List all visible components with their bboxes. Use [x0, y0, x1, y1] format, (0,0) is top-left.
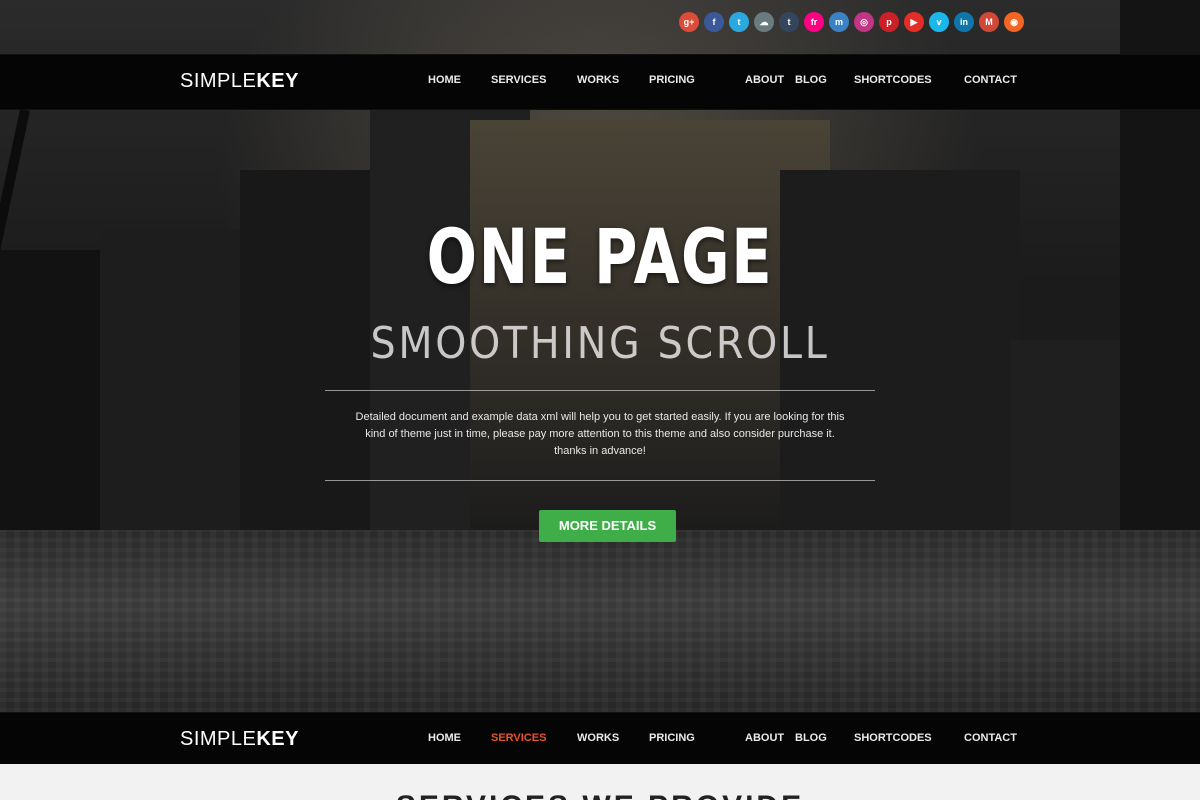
nav-item-blog[interactable]: BLOG [795, 74, 854, 86]
hero-description-line: kind of theme just in time, please pay m… [365, 428, 835, 440]
nav-item-shortcodes[interactable]: SHORTCODES [854, 732, 964, 744]
main-menu: HOME SERVICES WORKS PRICING ABOUT BLOG S… [428, 74, 1017, 86]
nav-item-about[interactable]: ABOUT [745, 732, 795, 744]
building-silhouette [0, 250, 110, 530]
pinterest-icon[interactable]: p [879, 12, 899, 32]
nav-item-services[interactable]: SERVICES [491, 732, 577, 744]
hero-description-line: Detailed document and example data xml w… [355, 411, 845, 423]
vimeo-icon[interactable]: v [929, 12, 949, 32]
main-menu: HOME SERVICES WORKS PRICING ABOUT BLOG S… [428, 732, 1017, 744]
nav-item-about[interactable]: ABOUT [745, 74, 795, 86]
nav-item-home[interactable]: HOME [428, 74, 491, 86]
google-plus-icon[interactable]: g+ [679, 12, 699, 32]
top-navbar: SIMPLEKEY HOME SERVICES WORKS PRICING AB… [0, 54, 1200, 110]
nav-item-shortcodes[interactable]: SHORTCODES [854, 74, 964, 86]
section-title: SERVICES WE PROVIDE [0, 790, 1200, 800]
nav-item-home[interactable]: HOME [428, 732, 491, 744]
instagram-icon[interactable]: ◎ [854, 12, 874, 32]
services-section: SERVICES WE PROVIDE [0, 764, 1200, 800]
tumblr-icon[interactable]: t [779, 12, 799, 32]
logo-text-key: KEY [256, 728, 299, 750]
facebook-icon[interactable]: f [704, 12, 724, 32]
hero-subtitle: SMOOTHING SCROLL [370, 318, 830, 369]
hero-title: ONE PAGE [426, 212, 774, 301]
nav-item-pricing[interactable]: PRICING [649, 732, 745, 744]
divider [325, 390, 875, 391]
site-logo[interactable]: SIMPLEKEY [180, 728, 299, 751]
myspace-icon[interactable]: m [829, 12, 849, 32]
nav-item-services[interactable]: SERVICES [491, 74, 577, 86]
twitter-icon[interactable]: t [729, 12, 749, 32]
hero-description: Detailed document and example data xml w… [330, 409, 870, 460]
cobblestone-street [0, 530, 1200, 712]
nav-item-blog[interactable]: BLOG [795, 732, 854, 744]
site-logo[interactable]: SIMPLEKEY [180, 70, 299, 93]
sticky-navbar: SIMPLEKEY HOME SERVICES WORKS PRICING AB… [0, 712, 1200, 766]
divider [325, 480, 875, 481]
flickr-icon[interactable]: fr [804, 12, 824, 32]
rss-icon[interactable]: ◉ [1004, 12, 1024, 32]
gmail-icon[interactable]: M [979, 12, 999, 32]
youtube-icon[interactable]: ▶ [904, 12, 924, 32]
nav-item-pricing[interactable]: PRICING [649, 74, 745, 86]
nav-item-contact[interactable]: CONTACT [964, 732, 1017, 744]
nav-item-contact[interactable]: CONTACT [964, 74, 1017, 86]
hero-description-line: thanks in advance! [554, 445, 646, 457]
nav-item-works[interactable]: WORKS [577, 74, 649, 86]
social-icons-bar: g+ f t ☁ t fr m ◎ p ▶ v in M ◉ [679, 12, 1024, 32]
linkedin-icon[interactable]: in [954, 12, 974, 32]
cloud-icon[interactable]: ☁ [754, 12, 774, 32]
logo-text-simple: SIMPLE [180, 728, 257, 750]
nav-item-works[interactable]: WORKS [577, 732, 649, 744]
more-details-button[interactable]: MORE DETAILS [539, 510, 676, 542]
logo-text-simple: SIMPLE [180, 70, 257, 92]
logo-text-key: KEY [256, 70, 299, 92]
